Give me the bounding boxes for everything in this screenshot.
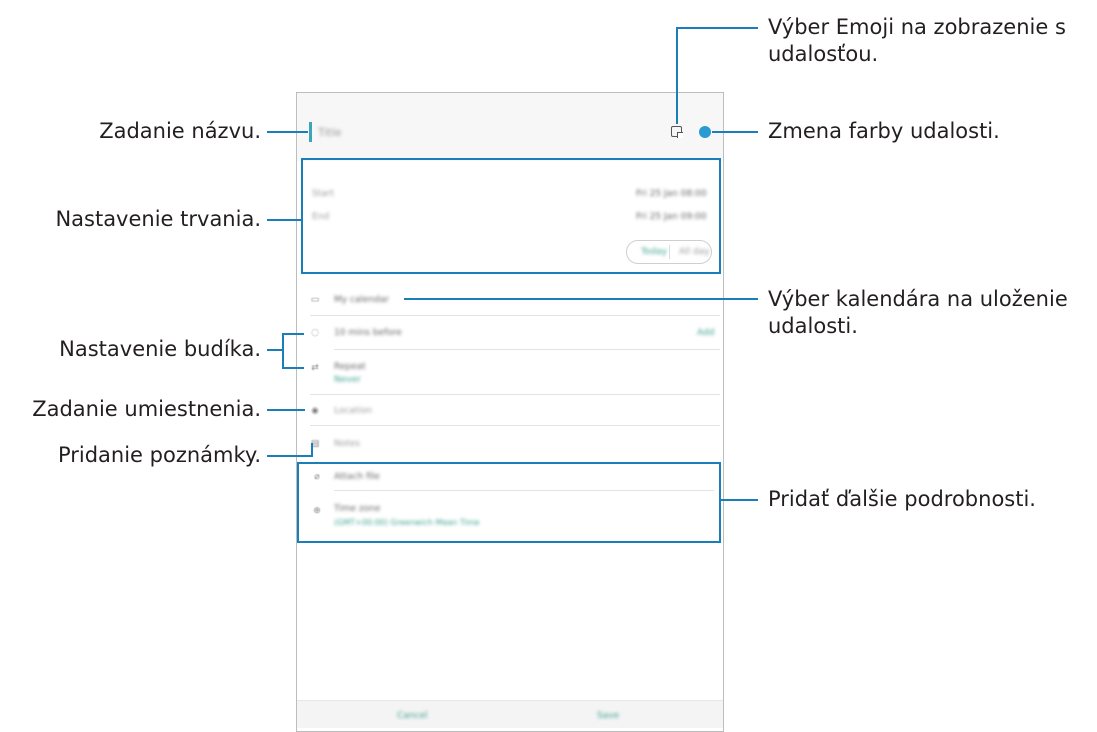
leader-line	[282, 333, 284, 369]
divider	[310, 394, 720, 395]
reminder-add[interactable]: Add	[697, 328, 714, 338]
leader-line	[267, 409, 305, 411]
callout-title: Zadanie názvu.	[99, 119, 261, 143]
bottom-action-bar: Cancel Save	[297, 700, 723, 728]
cancel-button[interactable]: Cancel	[397, 711, 428, 721]
notes-field[interactable]: Notes	[334, 439, 360, 449]
leader-line	[404, 298, 758, 300]
bell-icon: ◌	[311, 328, 319, 338]
leader-line	[267, 349, 283, 351]
title-input[interactable]: Title	[318, 126, 342, 139]
callout-alarm: Nastavenie budíka.	[59, 337, 261, 361]
callout-emoji: Výber Emoji na zobrazenie s udalosťou.	[768, 15, 1066, 66]
leader-line	[282, 333, 304, 335]
leader-line	[267, 219, 301, 221]
leader-line	[676, 27, 678, 124]
leader-line	[282, 367, 304, 369]
divider	[334, 349, 720, 350]
leader-line	[712, 131, 758, 133]
callout-color: Zmena farby udalosti.	[768, 119, 1000, 143]
callout-notes: Pridanie poznámky.	[57, 443, 261, 467]
title-area	[297, 93, 723, 161]
callout-duration: Nastavenie trvania.	[55, 207, 261, 231]
location-field[interactable]: Location	[334, 406, 372, 416]
title-cursor	[309, 122, 312, 142]
divider	[310, 315, 720, 316]
emoji-sticker-icon[interactable]	[671, 126, 683, 138]
location-pin-icon: ◉	[311, 406, 319, 416]
save-button[interactable]: Save	[597, 711, 619, 721]
leader-line	[721, 499, 758, 501]
calendar-icon: ▭	[310, 295, 320, 305]
repeat-icon: ⇄	[311, 363, 319, 373]
divider	[310, 425, 720, 426]
leader-line	[267, 131, 308, 133]
repeat-value: Never	[334, 375, 361, 385]
calendar-name[interactable]: My calendar	[334, 295, 389, 305]
callout-location: Zadanie umiestnenia.	[32, 397, 261, 421]
leader-line	[676, 27, 758, 29]
event-color-button[interactable]	[699, 126, 711, 138]
leader-line	[311, 443, 313, 457]
leader-line	[267, 455, 313, 457]
callout-calendar: Výber kalendára na uloženie udalosti.	[768, 287, 1068, 338]
repeat-label[interactable]: Repeat	[334, 362, 366, 372]
callout-details: Pridať ďalšie podrobnosti.	[768, 487, 1036, 511]
reminder-text[interactable]: 10 mins before	[334, 328, 402, 338]
details-highlight	[297, 462, 721, 543]
duration-highlight	[301, 158, 721, 274]
